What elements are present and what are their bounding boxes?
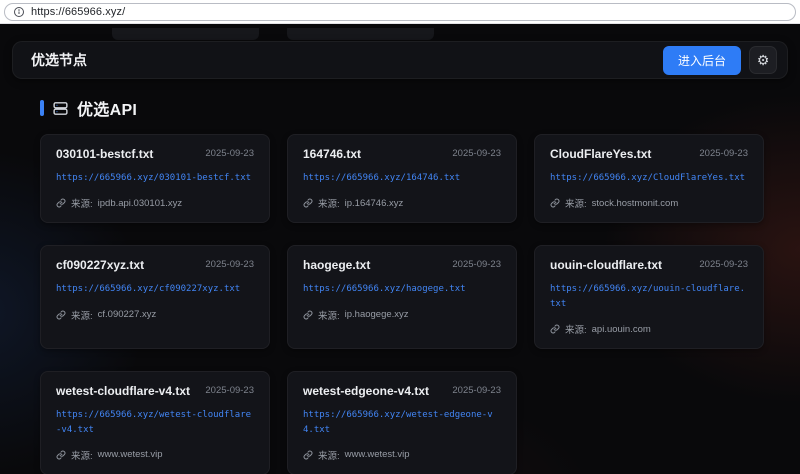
file-date: 2025-09-23 (452, 384, 501, 396)
scrolled-card-fragment (287, 28, 434, 40)
file-title: wetest-edgeone-v4.txt (303, 384, 429, 398)
source-value: ipdb.api.030101.xyz (98, 198, 183, 209)
link-icon (56, 310, 66, 320)
source-label: 来源: (318, 448, 340, 462)
file-title: 164746.txt (303, 147, 361, 161)
api-file-card: cf090227xyz.txt 2025-09-23 https://66596… (40, 245, 270, 349)
file-source: 来源: ipdb.api.030101.xyz (56, 196, 254, 210)
api-file-card: 164746.txt 2025-09-23 https://665966.xyz… (287, 134, 517, 223)
file-title: haogege.txt (303, 258, 370, 272)
file-date: 2025-09-23 (699, 147, 748, 159)
source-label: 来源: (565, 322, 587, 336)
section-title: 优选API (77, 96, 137, 120)
file-title: CloudFlareYes.txt (550, 147, 651, 161)
file-date: 2025-09-23 (205, 258, 254, 270)
page-body: 优选节点 进入后台 ⚙ 优选API 030101-bestcf.txt 2025… (0, 24, 800, 474)
source-value: ip.164746.xyz (345, 198, 404, 209)
file-source: 来源: api.uouin.com (550, 322, 748, 336)
site-info-icon (13, 6, 25, 18)
file-source: 来源: www.wetest.vip (303, 448, 501, 462)
source-label: 来源: (318, 308, 340, 322)
url-text: https://665966.xyz/ (31, 6, 125, 18)
file-date: 2025-09-23 (205, 384, 254, 396)
source-label: 来源: (565, 196, 587, 210)
api-card-grid: 030101-bestcf.txt 2025-09-23 https://665… (0, 134, 800, 474)
file-url-link[interactable]: https://665966.xyz/wetest-edgeone-v4.txt (303, 408, 501, 437)
site-title: 优选节点 (31, 50, 87, 70)
link-icon (56, 450, 66, 460)
source-label: 来源: (71, 196, 93, 210)
source-value: www.wetest.vip (345, 449, 410, 460)
section-heading: 优选API (40, 96, 800, 120)
api-file-card: 030101-bestcf.txt 2025-09-23 https://665… (40, 134, 270, 223)
link-icon (56, 198, 66, 208)
file-source: 来源: ip.164746.xyz (303, 196, 501, 210)
api-collection-icon (52, 100, 69, 117)
file-url-link[interactable]: https://665966.xyz/uouin-cloudflare.txt (550, 282, 748, 311)
browser-address-bar: https://665966.xyz/ (0, 0, 800, 24)
api-file-card: CloudFlareYes.txt 2025-09-23 https://665… (534, 134, 764, 223)
file-url-link[interactable]: https://665966.xyz/cf090227xyz.txt (56, 282, 254, 296)
file-url-link[interactable]: https://665966.xyz/wetest-cloudflare-v4.… (56, 408, 254, 437)
header-actions: 进入后台 ⚙ (663, 46, 777, 75)
api-file-card: uouin-cloudflare.txt 2025-09-23 https://… (534, 245, 764, 349)
file-date: 2025-09-23 (205, 147, 254, 159)
url-input[interactable]: https://665966.xyz/ (4, 3, 796, 21)
file-url-link[interactable]: https://665966.xyz/164746.txt (303, 171, 501, 185)
source-value: ip.haogege.xyz (345, 309, 409, 320)
source-label: 来源: (318, 196, 340, 210)
file-title: 030101-bestcf.txt (56, 147, 153, 161)
file-date: 2025-09-23 (452, 258, 501, 270)
source-label: 来源: (71, 448, 93, 462)
file-source: 来源: ip.haogege.xyz (303, 308, 501, 322)
source-value: stock.hostmonit.com (592, 198, 679, 209)
gear-icon: ⚙ (757, 53, 770, 67)
link-icon (550, 198, 560, 208)
file-title: cf090227xyz.txt (56, 258, 144, 272)
scrolled-card-fragment (112, 28, 259, 40)
file-url-link[interactable]: https://665966.xyz/030101-bestcf.txt (56, 171, 254, 185)
source-value: cf.090227.xyz (98, 309, 157, 320)
file-source: 来源: stock.hostmonit.com (550, 196, 748, 210)
api-file-card: wetest-edgeone-v4.txt 2025-09-23 https:/… (287, 371, 517, 474)
link-icon (303, 310, 313, 320)
file-title: uouin-cloudflare.txt (550, 258, 662, 272)
api-file-card: wetest-cloudflare-v4.txt 2025-09-23 http… (40, 371, 270, 474)
accent-bar (40, 100, 44, 116)
source-value: www.wetest.vip (98, 449, 163, 460)
file-source: 来源: cf.090227.xyz (56, 308, 254, 322)
site-header: 优选节点 进入后台 ⚙ (12, 41, 788, 79)
settings-button[interactable]: ⚙ (749, 46, 777, 74)
file-url-link[interactable]: https://665966.xyz/haogege.txt (303, 282, 501, 296)
link-icon (303, 198, 313, 208)
source-label: 来源: (71, 308, 93, 322)
source-value: api.uouin.com (592, 324, 651, 335)
link-icon (550, 324, 560, 334)
file-title: wetest-cloudflare-v4.txt (56, 384, 190, 398)
file-date: 2025-09-23 (452, 147, 501, 159)
link-icon (303, 450, 313, 460)
file-source: 来源: www.wetest.vip (56, 448, 254, 462)
enter-admin-button[interactable]: 进入后台 (663, 46, 741, 75)
file-url-link[interactable]: https://665966.xyz/CloudFlareYes.txt (550, 171, 748, 185)
api-file-card: haogege.txt 2025-09-23 https://665966.xy… (287, 245, 517, 349)
file-date: 2025-09-23 (699, 258, 748, 270)
